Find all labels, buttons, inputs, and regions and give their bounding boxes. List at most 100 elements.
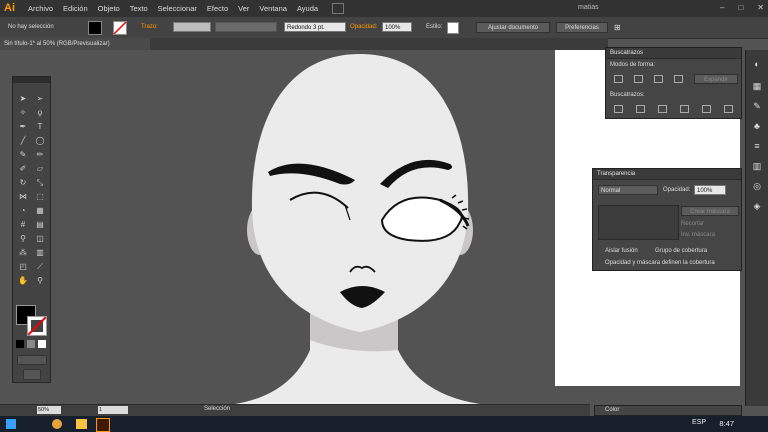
symbols-panel-icon[interactable]: ♣: [751, 120, 763, 132]
artboard-tool-icon[interactable]: ◰: [16, 261, 30, 273]
draw-mode-icon[interactable]: [17, 355, 47, 365]
horizontal-scrollbar[interactable]: [480, 405, 590, 414]
tools-panel-header[interactable]: [13, 77, 50, 83]
rotate-tool-icon[interactable]: ↻: [16, 177, 30, 189]
line-tool-icon[interactable]: ╱: [16, 135, 30, 147]
chrome-icon[interactable]: [52, 419, 62, 429]
windows-start-icon[interactable]: [6, 419, 16, 429]
blob-brush-tool-icon[interactable]: ✐: [16, 163, 30, 175]
paintbrush-tool-icon[interactable]: ✎: [16, 149, 30, 161]
menu-ventana[interactable]: Ventana: [259, 4, 287, 13]
stroke-color-box[interactable]: [27, 316, 47, 336]
document-tab[interactable]: Sin título-1* al 50% (RGB/Previsualizar): [0, 38, 150, 50]
stroke-weight-field[interactable]: [173, 22, 211, 32]
divide-icon[interactable]: [614, 105, 623, 113]
menu-edicion[interactable]: Edición: [63, 4, 88, 13]
intersect-icon[interactable]: [654, 75, 663, 83]
file-explorer-icon[interactable]: [76, 419, 87, 429]
illustration-canvas[interactable]: [150, 50, 590, 404]
arrange-documents-icon[interactable]: ⊞: [614, 23, 626, 32]
style-swatch[interactable]: [447, 22, 459, 34]
pen-tool-icon[interactable]: ✒: [16, 121, 30, 133]
symbol-sprayer-tool-icon[interactable]: ⁂: [16, 247, 30, 259]
magic-wand-tool-icon[interactable]: ✧: [16, 107, 30, 119]
stroke-swatch[interactable]: [113, 21, 127, 35]
minus-back-icon[interactable]: [724, 105, 733, 113]
maximize-button[interactable]: □: [738, 3, 743, 12]
brushes-panel-icon[interactable]: ✎: [751, 100, 763, 112]
menu-archivo[interactable]: Archivo: [28, 4, 53, 13]
preferences-button[interactable]: Preferencias: [556, 22, 608, 33]
slice-tool-icon[interactable]: ⟋: [33, 261, 47, 273]
none-mode-icon[interactable]: [38, 340, 46, 348]
lasso-tool-icon[interactable]: ϙ: [33, 107, 47, 119]
eraser-tool-icon[interactable]: ▱: [33, 163, 47, 175]
crop-icon[interactable]: [680, 105, 689, 113]
zoom-tool-icon[interactable]: ⚲: [33, 275, 47, 287]
user-name[interactable]: matias: [578, 4, 599, 11]
color-mode-icon[interactable]: [16, 340, 24, 348]
menu-texto[interactable]: Texto: [130, 4, 148, 13]
gradient-tool-icon[interactable]: ▤: [33, 219, 47, 231]
appearance-panel-icon[interactable]: ◎: [751, 180, 763, 192]
free-transform-tool-icon[interactable]: ⬚: [33, 191, 47, 203]
blend-mode-select[interactable]: Normal: [598, 185, 658, 195]
layers-panel-icon[interactable]: ◈: [751, 200, 763, 212]
mask-thumbnail[interactable]: [598, 205, 679, 240]
scale-tool-icon[interactable]: ⤡: [33, 177, 47, 189]
perspective-grid-tool-icon[interactable]: ▦: [33, 205, 47, 217]
menu-objeto[interactable]: Objeto: [98, 4, 120, 13]
bridge-icon[interactable]: [332, 3, 344, 14]
stroke-panel-icon[interactable]: ≡: [751, 140, 763, 152]
blend-tool-icon[interactable]: ◫: [33, 233, 47, 245]
eyedropper-tool-icon[interactable]: ⚲: [16, 233, 30, 245]
trim-icon[interactable]: [636, 105, 645, 113]
opacity-field[interactable]: 100%: [382, 22, 412, 32]
exclude-icon[interactable]: [674, 75, 683, 83]
current-tool-status[interactable]: Selección: [204, 406, 230, 412]
menu-ver[interactable]: Ver: [238, 4, 249, 13]
clip-checkbox[interactable]: Recortar: [681, 221, 704, 227]
unite-icon[interactable]: [614, 75, 623, 83]
language-indicator[interactable]: ESP: [692, 419, 706, 426]
swatches-panel-icon[interactable]: ▦: [751, 80, 763, 92]
stroke-label[interactable]: Trazo:: [141, 24, 158, 30]
gradient-mode-icon[interactable]: [27, 340, 35, 348]
transparency-opacity-field[interactable]: 100%: [694, 185, 726, 195]
make-mask-button[interactable]: Crear máscara: [681, 206, 739, 216]
knockout-group-checkbox[interactable]: Grupo de cobertura: [655, 248, 707, 254]
invert-mask-checkbox[interactable]: Inv. máscara: [681, 232, 715, 238]
hand-tool-icon[interactable]: ✋: [16, 275, 30, 287]
screen-mode-icon[interactable]: [23, 369, 41, 380]
width-tool-icon[interactable]: ⋈: [16, 191, 30, 203]
shape-builder-tool-icon[interactable]: ◔: [16, 205, 30, 217]
close-button[interactable]: ✕: [757, 3, 764, 12]
type-tool-icon[interactable]: T: [33, 121, 47, 133]
menu-seleccionar[interactable]: Seleccionar: [158, 4, 197, 13]
selection-tool-icon[interactable]: ➤: [16, 93, 30, 105]
zoom-field[interactable]: 50%: [37, 406, 61, 414]
isolate-blending-checkbox[interactable]: Aislar fusión: [605, 248, 638, 254]
clock[interactable]: 8:47: [719, 419, 734, 428]
opacity-label[interactable]: Opacidad:: [350, 24, 377, 30]
mesh-tool-icon[interactable]: #: [16, 219, 30, 231]
outline-icon[interactable]: [702, 105, 711, 113]
minimize-button[interactable]: –: [720, 3, 724, 12]
pathfinder-title[interactable]: Buscatrazos: [606, 48, 741, 59]
merge-icon[interactable]: [658, 105, 667, 113]
menu-ayuda[interactable]: Ayuda: [297, 4, 318, 13]
color-panel-collapsed[interactable]: Color: [594, 405, 742, 416]
opacity-mask-checkbox[interactable]: Opacidad y máscara definen la cobertura: [605, 260, 715, 266]
variable-width-field[interactable]: [215, 22, 277, 32]
transparency-title[interactable]: Transparencia: [593, 169, 741, 180]
expand-button[interactable]: Expandir: [694, 74, 738, 84]
fill-swatch[interactable]: [88, 21, 102, 35]
artboard-number-field[interactable]: 1: [98, 406, 128, 414]
ellipse-tool-icon[interactable]: ◯: [33, 135, 47, 147]
illustrator-taskbar-icon[interactable]: [96, 418, 110, 432]
gradient-panel-icon[interactable]: ▥: [751, 160, 763, 172]
minus-front-icon[interactable]: [634, 75, 643, 83]
menu-efecto[interactable]: Efecto: [207, 4, 228, 13]
color-panel-icon[interactable]: ◐: [751, 58, 763, 70]
column-graph-tool-icon[interactable]: ▥: [33, 247, 47, 259]
